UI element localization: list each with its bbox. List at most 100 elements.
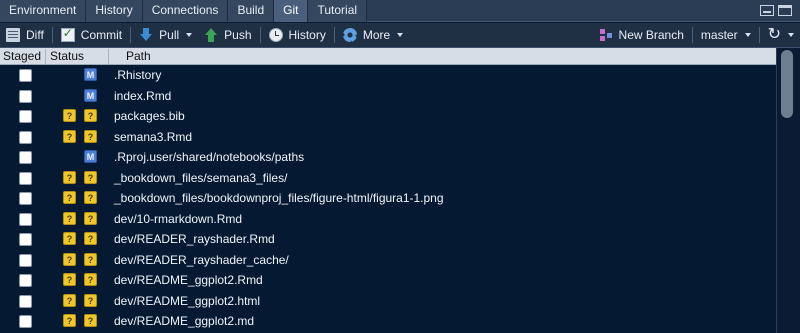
untracked-status-icon: ?: [84, 293, 97, 307]
untracked-status-icon: ?: [63, 252, 76, 266]
refresh-icon: ↻: [767, 26, 781, 43]
tab-git[interactable]: Git: [274, 0, 309, 22]
toolbar-divider: [333, 27, 335, 43]
file-row[interactable]: ?? _bookdown_files/bookdownproj_files/fig…: [0, 188, 776, 209]
toolbar-divider: [259, 27, 261, 43]
file-row[interactable]: ?? dev/README_ggplot2.md: [0, 311, 776, 332]
file-row[interactable]: M .Rhistory: [0, 65, 776, 86]
tab-tutorial[interactable]: Tutorial: [308, 0, 368, 22]
tab-build[interactable]: Build: [228, 0, 275, 22]
new-branch-label: New Branch: [618, 28, 684, 42]
history-button[interactable]: History: [263, 23, 332, 47]
untracked-status-icon: ?: [84, 191, 97, 204]
pull-arrow-icon: [139, 28, 153, 42]
chevron-down-icon[interactable]: [186, 33, 193, 37]
diff-icon: [6, 28, 20, 42]
file-path: .Rhistory: [114, 68, 162, 82]
push-label: Push: [224, 28, 252, 42]
staged-checkbox[interactable]: [19, 233, 32, 246]
file-row[interactable]: Mindex.Rmd: [0, 86, 776, 107]
untracked-status-icon: ?: [84, 109, 97, 122]
column-header-status[interactable]: Status: [47, 49, 109, 64]
untracked-status-icon: ?: [84, 129, 97, 143]
column-header-staged[interactable]: Staged: [0, 49, 46, 64]
pane-tab-bar: Environment History Connections Build Gi…: [0, 0, 800, 22]
staged-checkbox[interactable]: [19, 274, 32, 287]
untracked-status-icon: ?: [84, 252, 97, 266]
diff-label: Diff: [26, 28, 44, 42]
staged-checkbox[interactable]: [19, 294, 32, 308]
untracked-status-icon: ?: [63, 273, 76, 286]
staged-checkbox[interactable]: [19, 69, 32, 82]
modified-status-icon: M: [84, 88, 97, 102]
tab-connections[interactable]: Connections: [142, 0, 229, 22]
staged-checkbox[interactable]: [19, 192, 32, 205]
file-path: dev/READER_rayshader_cache/: [114, 252, 289, 267]
vertical-scrollbar[interactable]: [776, 48, 800, 333]
modified-status-icon: M: [84, 68, 97, 81]
file-row[interactable]: ?? packages.bib: [0, 106, 776, 127]
modified-status-icon: M: [84, 150, 97, 163]
file-table-header: Staged Status Path: [0, 48, 776, 65]
file-path: _bookdown_files/semana3_files/: [114, 170, 288, 185]
untracked-status-icon: ?: [84, 170, 97, 184]
commit-button[interactable]: Commit: [55, 23, 128, 47]
pull-label: Pull: [159, 28, 180, 42]
untracked-status-icon: ?: [63, 211, 76, 225]
diff-button[interactable]: Diff: [0, 23, 50, 47]
staged-checkbox[interactable]: [19, 315, 32, 328]
untracked-status-icon: ?: [84, 232, 97, 245]
push-button[interactable]: Push: [198, 23, 257, 47]
staged-checkbox[interactable]: [19, 151, 32, 164]
column-header-path[interactable]: Path: [123, 49, 776, 64]
changed-files-list: M .Rhistory Mindex.Rmd?? packages.bib?? sema…: [0, 65, 776, 333]
staged-checkbox[interactable]: [19, 171, 32, 185]
staged-checkbox[interactable]: [19, 89, 32, 103]
chevron-down-icon: [397, 33, 404, 37]
branch-name: master: [700, 28, 738, 42]
untracked-status-icon: ?: [63, 293, 76, 307]
untracked-status-icon: ?: [63, 232, 76, 245]
toolbar-divider: [758, 27, 760, 43]
minimize-pane-button[interactable]: [760, 5, 774, 16]
staged-checkbox[interactable]: [19, 212, 32, 226]
toolbar-divider: [51, 27, 53, 43]
file-row[interactable]: ?? dev/READER_rayshader.Rmd: [0, 229, 776, 250]
file-path: index.Rmd: [114, 88, 172, 103]
untracked-status-icon: ?: [63, 314, 76, 327]
untracked-status-icon: ?: [84, 211, 97, 225]
toolbar-divider: [691, 27, 693, 43]
maximize-pane-button[interactable]: [778, 5, 792, 16]
file-path: semana3.Rmd: [114, 129, 193, 144]
untracked-status-icon: ?: [63, 191, 76, 204]
file-row[interactable]: ?? semana3.Rmd: [0, 127, 776, 148]
scrollbar-thumb[interactable]: [781, 50, 793, 118]
refresh-button[interactable]: ↻: [762, 23, 800, 47]
staged-checkbox[interactable]: [19, 130, 32, 144]
file-path: .Rproj.user/shared/notebooks/paths: [114, 150, 305, 164]
staged-checkbox[interactable]: [19, 253, 32, 267]
tab-history[interactable]: History: [86, 0, 143, 22]
file-path: dev/READER_rayshader.Rmd: [114, 232, 275, 246]
file-row[interactable]: ?? _bookdown_files/semana3_files/: [0, 168, 776, 189]
untracked-status-icon: ?: [63, 129, 76, 143]
toolbar-divider: [130, 27, 132, 43]
file-path: packages.bib: [114, 109, 185, 123]
file-row[interactable]: ?? dev/10-rmarkdown.Rmd: [0, 209, 776, 230]
gear-icon: [342, 28, 357, 42]
chevron-down-icon: [788, 33, 794, 37]
new-branch-button[interactable]: New Branch: [593, 23, 690, 47]
chevron-down-icon: [744, 33, 751, 37]
tab-environment[interactable]: Environment: [0, 0, 87, 22]
file-row[interactable]: M .Rproj.user/shared/notebooks/paths: [0, 147, 776, 168]
branch-icon: [599, 28, 613, 42]
untracked-status-icon: ?: [84, 314, 97, 327]
file-row[interactable]: ?? dev/READER_rayshader_cache/: [0, 250, 776, 271]
file-row[interactable]: ?? dev/README_ggplot2.Rmd: [0, 270, 776, 291]
more-button[interactable]: More: [337, 23, 409, 47]
file-row[interactable]: ?? dev/README_ggplot2.html: [0, 291, 776, 312]
staged-checkbox[interactable]: [19, 110, 32, 123]
pull-button[interactable]: Pull: [133, 23, 198, 47]
push-arrow-icon: [204, 28, 218, 42]
branch-selector[interactable]: master: [695, 23, 757, 47]
